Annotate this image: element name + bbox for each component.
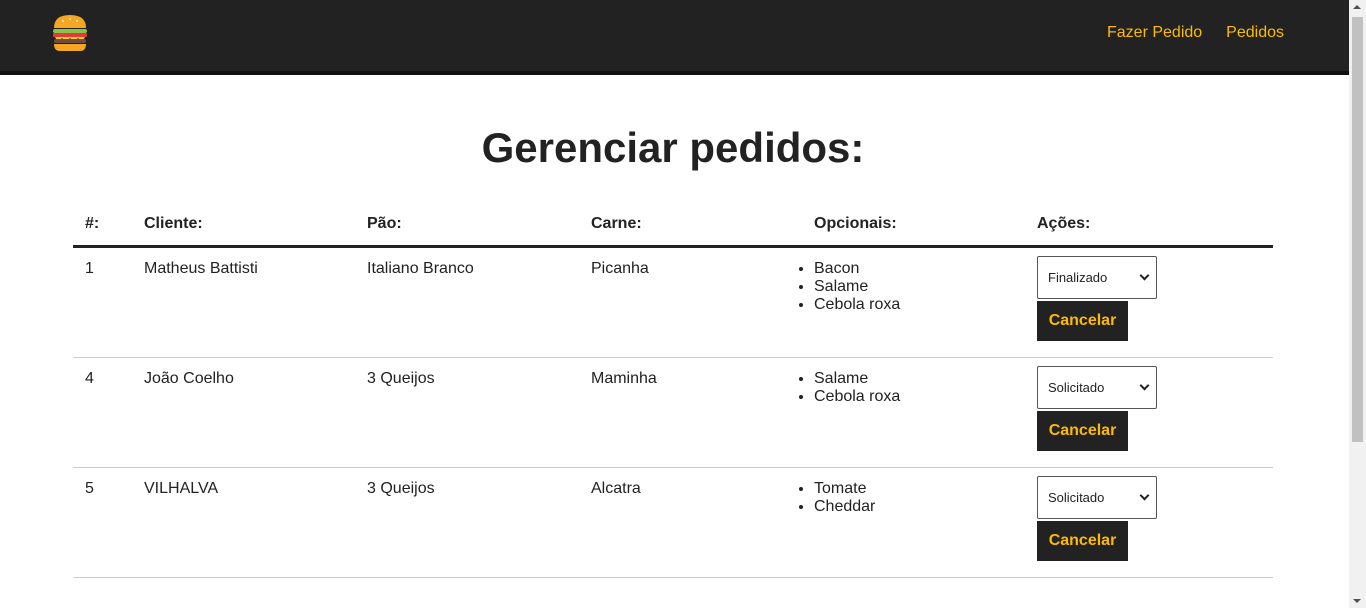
- order-id: 4: [85, 370, 94, 387]
- opcional-item: Bacon: [814, 260, 1037, 278]
- header-opcionais: Opcionais:: [814, 215, 897, 232]
- opcional-item: Salame: [814, 370, 1037, 388]
- chevron-down-icon: [1139, 380, 1150, 391]
- status-select[interactable]: Solicitado: [1037, 476, 1157, 519]
- header-cliente: Cliente:: [144, 215, 203, 232]
- chevron-down-icon: [1139, 490, 1150, 501]
- burger-icon[interactable]: [52, 14, 88, 52]
- header-pao: Pão:: [367, 215, 402, 232]
- order-pao: 3 Queijos: [367, 370, 435, 387]
- order-opcionais: Bacon Salame Cebola roxa: [814, 260, 1037, 357]
- opcional-item: Tomate: [814, 480, 1037, 498]
- navbar: Fazer Pedido Pedidos: [0, 0, 1349, 75]
- opcional-item: Cheddar: [814, 498, 1037, 516]
- opcionais-list: Salame Cebola roxa: [814, 370, 1037, 406]
- scroll-down-icon[interactable]: [1353, 599, 1361, 603]
- opcionais-list: Tomate Cheddar: [814, 480, 1037, 516]
- nav-links: Fazer Pedido Pedidos: [1107, 24, 1284, 42]
- order-actions: Finalizado Cancelar: [1037, 256, 1273, 357]
- header-acoes: Ações:: [1037, 215, 1091, 232]
- cancel-button[interactable]: Cancelar: [1037, 301, 1128, 341]
- table-header: #: Cliente: Pão: Carne: Opcionais: Ações…: [73, 208, 1273, 248]
- opcional-item: Salame: [814, 278, 1037, 296]
- order-cliente: VILHALVA: [144, 480, 219, 497]
- order-pao: 3 Queijos: [367, 480, 435, 497]
- opcionais-list: Bacon Salame Cebola roxa: [814, 260, 1037, 314]
- order-actions: Solicitado Cancelar: [1037, 366, 1273, 467]
- order-pao: Italiano Branco: [367, 260, 474, 277]
- status-value: Solicitado: [1048, 380, 1105, 395]
- table-row: 1 Matheus Battisti Italiano Branco Pican…: [73, 248, 1273, 358]
- nav-link-fazer-pedido[interactable]: Fazer Pedido: [1107, 24, 1202, 42]
- cancel-button[interactable]: Cancelar: [1037, 411, 1128, 451]
- opcional-item: Cebola roxa: [814, 296, 1037, 314]
- header-carne: Carne:: [591, 215, 642, 232]
- status-value: Solicitado: [1048, 490, 1105, 505]
- order-cliente: João Coelho: [144, 370, 234, 387]
- order-id: 1: [85, 260, 94, 277]
- order-id: 5: [85, 480, 94, 497]
- status-select[interactable]: Solicitado: [1037, 366, 1157, 409]
- order-carne: Picanha: [591, 260, 649, 277]
- status-value: Finalizado: [1048, 270, 1108, 285]
- scroll-thumb[interactable]: [1352, 17, 1363, 442]
- order-actions: Solicitado Cancelar: [1037, 476, 1273, 577]
- header-id: #:: [85, 215, 100, 232]
- page-title: Gerenciar pedidos:: [481, 124, 865, 171]
- orders-table: #: Cliente: Pão: Carne: Opcionais: Ações…: [73, 208, 1273, 578]
- order-opcionais: Tomate Cheddar: [814, 480, 1037, 577]
- nav-link-pedidos[interactable]: Pedidos: [1226, 24, 1284, 42]
- table-row: 4 João Coelho 3 Queijos Maminha Salame C…: [73, 358, 1273, 468]
- order-cliente: Matheus Battisti: [144, 260, 258, 277]
- chevron-down-icon: [1139, 270, 1150, 281]
- status-select[interactable]: Finalizado: [1037, 256, 1157, 299]
- opcional-item: Cebola roxa: [814, 388, 1037, 406]
- table-row: 5 VILHALVA 3 Queijos Alcatra Tomate Ched…: [73, 468, 1273, 578]
- vertical-scrollbar[interactable]: [1349, 0, 1366, 608]
- scroll-up-icon[interactable]: [1353, 5, 1361, 9]
- order-carne: Maminha: [591, 370, 657, 387]
- cancel-button[interactable]: Cancelar: [1037, 521, 1128, 561]
- order-carne: Alcatra: [591, 480, 641, 497]
- order-opcionais: Salame Cebola roxa: [814, 370, 1037, 467]
